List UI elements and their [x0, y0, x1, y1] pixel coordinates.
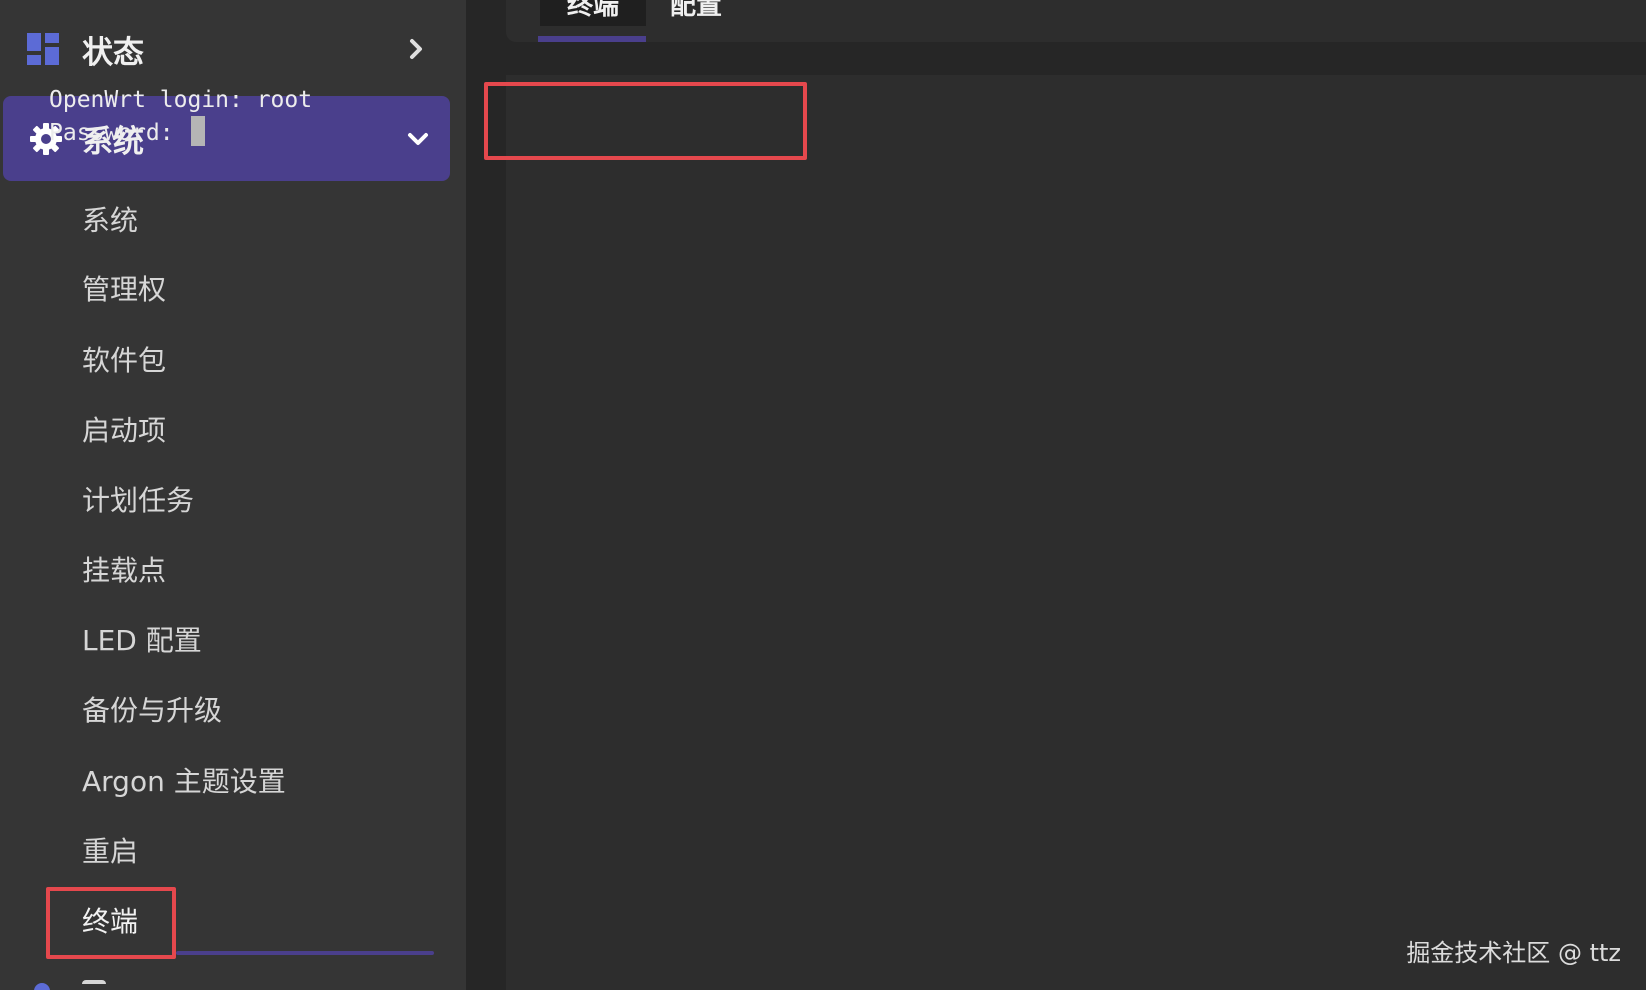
highlight-box-terminal-login: [484, 82, 807, 160]
terminal-output[interactable]: OpenWrt login: root Password:: [49, 84, 312, 149]
app-window: 状态 系统 系统 管理权 软件包 启动项 计划任务 挂载点 LED 配置 备份与…: [0, 0, 1646, 990]
submenu-item-system[interactable]: 系统: [82, 199, 138, 243]
next-section-label-fragment: [82, 980, 106, 990]
submenu-item-reboot[interactable]: 重启: [82, 830, 138, 874]
submenu-item-argon-theme[interactable]: Argon 主题设置: [82, 760, 286, 804]
submenu-item-admin[interactable]: 管理权: [82, 268, 166, 312]
tab-terminal[interactable]: 终端: [540, 0, 646, 26]
nav-status[interactable]: 状态: [0, 10, 466, 88]
submenu-item-packages[interactable]: 软件包: [82, 339, 166, 383]
tab-bar: 终端 配置: [506, 0, 1646, 42]
tab-config[interactable]: 配置: [670, 0, 750, 26]
active-indicator: [176, 951, 434, 955]
highlight-box-terminal-menu: [46, 887, 176, 959]
chevron-down-icon: [408, 132, 428, 145]
nav-status-label: 状态: [82, 34, 144, 71]
terminal-cursor: [191, 116, 206, 146]
chevron-right-icon: [410, 39, 422, 59]
terminal-line-password: Password:: [49, 116, 312, 149]
submenu-item-mount-points[interactable]: 挂载点: [82, 549, 166, 593]
submenu-item-led-config[interactable]: LED 配置: [82, 619, 202, 663]
terminal-line-login: OpenWrt login: root: [49, 87, 313, 113]
dashboard-icon: [27, 33, 59, 65]
tab-active-indicator: [538, 36, 646, 42]
terminal-password-prompt: Password:: [49, 120, 188, 146]
submenu-item-scheduled-tasks[interactable]: 计划任务: [82, 479, 194, 523]
terminal-panel[interactable]: [506, 75, 1646, 990]
next-section-icon: [34, 983, 50, 990]
watermark: 掘金技术社区 @ ttz: [1406, 939, 1621, 967]
submenu-item-startup[interactable]: 启动项: [82, 409, 166, 453]
submenu-item-backup-upgrade[interactable]: 备份与升级: [82, 689, 222, 733]
